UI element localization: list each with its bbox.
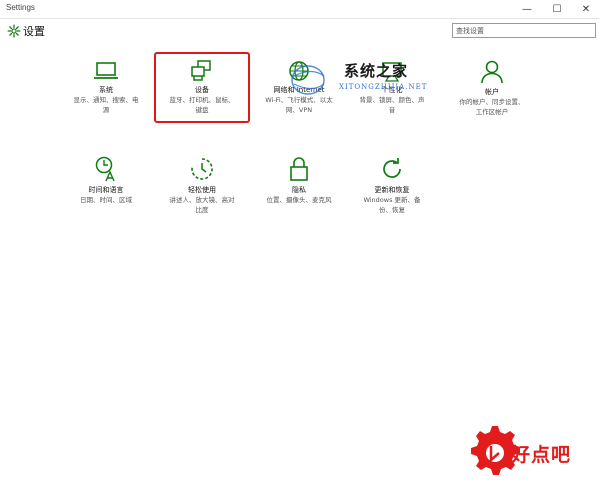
tile-ease-of-access-desc-2: 比度	[195, 206, 209, 214]
search-input[interactable]: 查找设置	[452, 23, 596, 38]
tile-system-desc-1: 显示、通知、搜索、电	[73, 96, 139, 104]
tile-privacy-desc-1: 位置、摄像头、麦克风	[266, 196, 332, 204]
person-icon	[481, 60, 503, 84]
window-title: Settings	[6, 3, 35, 12]
tile-time-language[interactable]: 时间和语言 日期、时间、区域	[66, 156, 146, 205]
gear-icon	[7, 24, 21, 38]
brand-text: 好点吧	[511, 444, 572, 466]
lock-icon	[290, 157, 308, 181]
minimize-button[interactable]: —	[513, 0, 541, 19]
tile-network-desc-2: 网、VPN	[285, 106, 313, 114]
tile-time-language-name: 时间和语言	[88, 186, 124, 194]
tile-ease-of-access-desc-1: 讲述人、放大镜、高对	[169, 196, 235, 204]
watermark-text: 系统之家	[344, 62, 409, 80]
tile-time-language-desc-1: 日期、时间、区域	[80, 196, 132, 204]
tile-accounts-desc-1: 你的帐户、同步设置、	[459, 98, 525, 106]
tile-accounts-name: 帐户	[485, 88, 499, 96]
tile-system-desc-2: 源	[102, 106, 110, 114]
tile-update-recovery-desc-2: 份、恢复	[379, 206, 405, 214]
tile-system[interactable]: 系统 显示、通知、搜索、电 源	[66, 60, 146, 115]
tile-privacy-name: 隐私	[292, 186, 306, 194]
laptop-icon	[94, 62, 118, 79]
page-title: 设置	[23, 25, 45, 38]
tile-network-name: 网络和 Internet	[273, 86, 325, 94]
maximize-icon: ☐	[552, 4, 562, 15]
clock-language-icon	[95, 156, 115, 182]
tile-personalization-desc-2: 音	[388, 106, 396, 114]
tile-accounts-desc-2: 工作区帐户	[475, 108, 509, 116]
tile-ease-of-access-name: 轻松使用	[188, 186, 216, 194]
timer-icon	[191, 158, 213, 180]
watermark-subtext: XITONGZHIJIA.NET	[339, 83, 428, 91]
close-icon: ✕	[581, 4, 591, 15]
tile-update-recovery-name: 更新和恢复	[374, 186, 410, 194]
globe-icon	[289, 61, 309, 81]
tile-network-desc-1: Wi-Fi、飞行模式、以太	[265, 96, 333, 104]
tile-accounts[interactable]: 帐户 你的帐户、同步设置、 工作区帐户	[452, 60, 532, 117]
settings-header: 设置 查找设置	[0, 19, 600, 44]
tile-privacy[interactable]: 隐私 位置、摄像头、麦克风	[258, 156, 340, 205]
close-button[interactable]: ✕	[572, 0, 600, 19]
title-bar: Settings — ☐ ✕	[0, 0, 600, 19]
tile-network[interactable]: 网络和 Internet Wi-Fi、飞行模式、以太 网、VPN	[258, 60, 340, 115]
tile-ease-of-access[interactable]: 轻松使用 讲述人、放大镜、高对 比度	[162, 156, 242, 215]
maximize-button[interactable]: ☐	[543, 0, 571, 19]
devices-highlight-box	[154, 52, 250, 123]
minimize-icon: —	[522, 4, 532, 15]
tile-personalization-desc-1: 背景、锁屏、颜色、声	[359, 96, 425, 104]
tile-update-recovery[interactable]: 更新和恢复 Windows 更新、备 份、恢复	[352, 156, 432, 215]
tile-system-name: 系统	[99, 86, 113, 94]
refresh-icon	[383, 158, 401, 178]
tile-update-recovery-desc-1: Windows 更新、备	[363, 196, 421, 204]
